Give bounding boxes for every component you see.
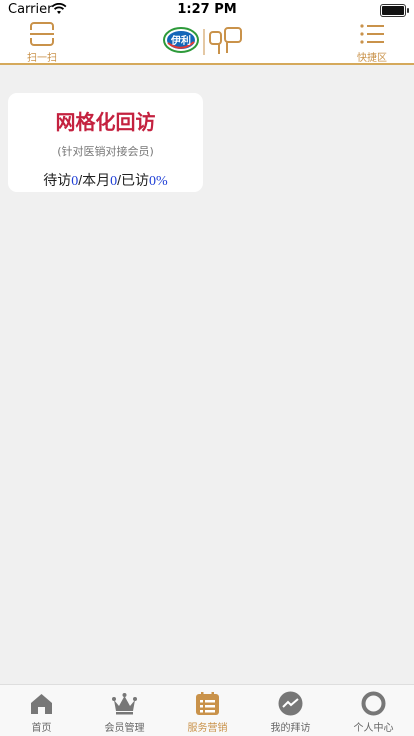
svg-text:伊利: 伊利: [170, 34, 191, 47]
tab-my-visits[interactable]: 我的拜访: [249, 685, 332, 736]
card-stats: 待访0/本月0/已访0%: [8, 170, 203, 190]
brand-logo: 伊利: [163, 27, 242, 55]
scan-button[interactable]: 扫一扫: [12, 20, 72, 64]
quick-access-button[interactable]: 快捷区: [342, 20, 402, 64]
menu-list-icon: [360, 24, 384, 44]
tab-members-label: 会员管理: [104, 723, 145, 734]
crown-icon: [112, 693, 137, 715]
battery-icon: [380, 4, 409, 17]
quick-access-label: 快捷区: [357, 53, 387, 64]
home-icon: [31, 694, 52, 714]
tab-home-label: 首页: [31, 723, 52, 734]
top-nav-bar: 扫一扫 伊利 快捷区: [0, 20, 414, 65]
grid-revisit-card[interactable]: 网格化回访 (针对医销对接会员) 待访0/本月0/已访0%: [8, 93, 203, 192]
card-title: 网格化回访: [55, 110, 156, 134]
clock: 1:27 PM: [177, 2, 237, 17]
list-icon: [196, 692, 219, 715]
card-subtitle: (针对医销对接会员): [57, 145, 154, 158]
tab-profile-label: 个人中心: [353, 723, 394, 734]
scan-icon: [30, 22, 54, 46]
bottom-tab-bar: 首页 会员管理 服务营销 我的拜访 个人中心: [0, 684, 414, 736]
visited-value: 0%: [149, 174, 168, 189]
tab-profile[interactable]: 个人中心: [332, 685, 414, 736]
scan-label: 扫一扫: [27, 53, 57, 64]
tab-home[interactable]: 首页: [0, 685, 83, 736]
month-label: /本月: [78, 172, 111, 188]
pending-label: 待访: [43, 172, 72, 188]
person-icon: [361, 691, 386, 716]
tab-service-marketing-label: 服务营销: [187, 723, 228, 734]
status-bar: Carrier 1:27 PM: [0, 0, 414, 20]
tab-service-marketing[interactable]: 服务营销: [166, 685, 249, 736]
tab-my-visits-label: 我的拜访: [270, 723, 311, 734]
visited-label: /已访: [117, 172, 150, 188]
tab-members[interactable]: 会员管理: [83, 685, 166, 736]
trend-icon: [278, 691, 303, 716]
